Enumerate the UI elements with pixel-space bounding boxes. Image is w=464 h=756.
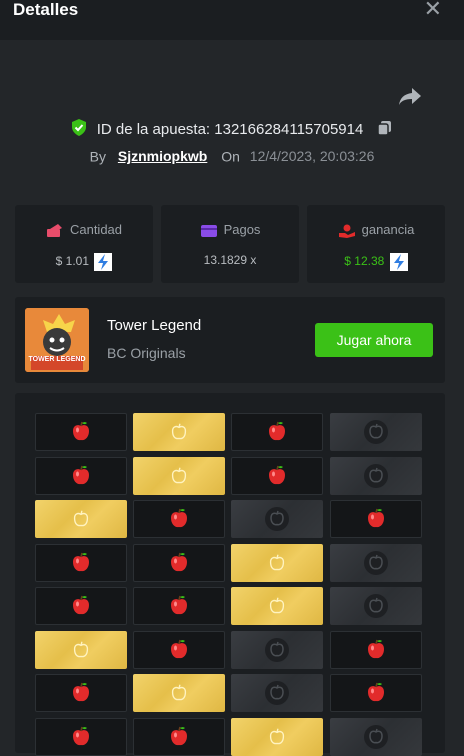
apple-tile <box>133 543 225 582</box>
gold-tile <box>231 587 323 625</box>
header-bar: Detalles ✕ <box>0 0 464 40</box>
hidden-tile <box>231 630 323 669</box>
stat-pagos: Pagos 13.1829 x <box>161 205 299 283</box>
apple-tile <box>330 630 422 669</box>
bet-date: 12/4/2023, 20:03:26 <box>249 148 375 165</box>
apple-tile <box>133 500 225 538</box>
game-name: Tower Legend <box>107 317 202 334</box>
page-title: Detalles <box>13 0 79 19</box>
apple-tile <box>35 456 127 495</box>
apple-tile <box>35 413 127 451</box>
ganancia-label: ganancia <box>361 222 415 237</box>
gold-tile <box>35 630 127 669</box>
gold-tile <box>133 674 225 712</box>
stat-ganancia: ganancia $ 12.38 <box>307 205 445 283</box>
cantidad-label: Cantidad <box>69 222 123 237</box>
thumbnail-text: TOWER LEGEND <box>28 356 86 363</box>
apple-tile <box>330 674 422 712</box>
by-label: By <box>89 148 106 165</box>
apple-tile <box>35 587 127 625</box>
gold-tile <box>35 500 127 538</box>
game-provider: BC Originals <box>107 345 186 361</box>
bet-id-line: ID de la apuesta: 132166284115705914 <box>0 119 464 140</box>
pagos-value: 13.1829 x <box>203 253 257 267</box>
hidden-tile <box>330 413 422 451</box>
gold-tile <box>133 413 225 451</box>
hidden-tile <box>330 543 422 582</box>
apple-tile <box>133 587 225 625</box>
stat-cantidad: Cantidad $ 1.01 <box>15 205 153 283</box>
username-link[interactable]: Sjznmiopkwb <box>118 148 207 164</box>
gold-tile <box>231 543 323 582</box>
hidden-tile <box>330 587 422 625</box>
bet-id: ID de la apuesta: 132166284115705914 <box>96 121 364 138</box>
close-icon[interactable]: ✕ <box>424 0 442 20</box>
apple-tile <box>330 500 422 538</box>
apple-tile <box>133 630 225 669</box>
ganancia-value: $ 12.38 <box>344 254 385 269</box>
bolt-icon <box>389 253 408 271</box>
on-label: On <box>221 148 240 165</box>
hidden-tile <box>231 674 323 712</box>
card-icon <box>200 224 217 237</box>
pagos-label: Pagos <box>223 222 261 237</box>
game-board <box>15 393 445 756</box>
apple-tile <box>35 543 127 582</box>
bolt-icon <box>94 253 113 271</box>
cantidad-value: $ 1.01 <box>55 254 90 269</box>
profit-hand-icon <box>338 224 355 238</box>
apple-tile <box>231 413 323 451</box>
apple-tile <box>35 674 127 712</box>
apple-tile <box>231 456 323 495</box>
share-icon[interactable] <box>398 86 422 106</box>
cantidad-icon <box>46 223 62 237</box>
stats-row: Cantidad $ 1.01 Pagos 13.1829 x ganancia… <box>15 205 445 283</box>
hidden-tile <box>231 500 323 538</box>
shield-check-icon <box>71 119 87 140</box>
game-card: TOWER LEGEND Tower Legend BC Originals J… <box>15 297 445 383</box>
play-now-button[interactable]: Jugar ahora <box>315 323 433 357</box>
game-thumbnail: TOWER LEGEND <box>25 308 89 372</box>
bet-byline: By Sjznmiopkwb On 12/4/2023, 20:03:26 <box>0 147 464 164</box>
hidden-tile <box>330 456 422 495</box>
gold-tile <box>133 456 225 495</box>
copy-icon[interactable] <box>377 120 393 140</box>
